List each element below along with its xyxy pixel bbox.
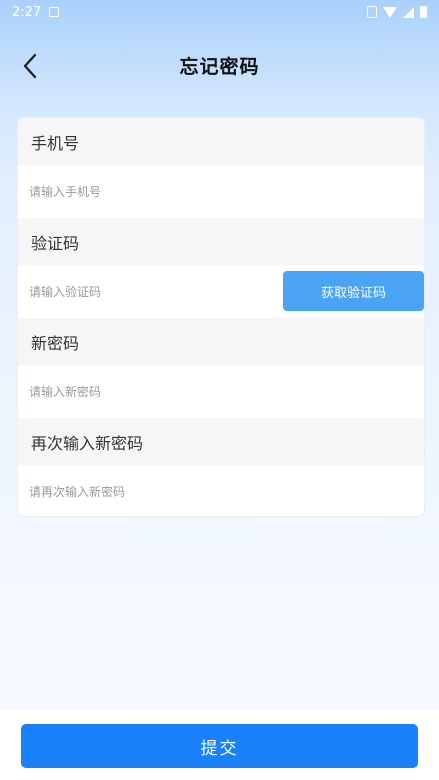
chevron-left-icon (23, 53, 37, 79)
status-bar: 2:27 (0, 0, 439, 24)
get-code-button[interactable]: 获取验证码 (283, 271, 424, 311)
phone-input[interactable] (29, 184, 269, 199)
confirm-password-input[interactable] (29, 484, 269, 499)
submit-button[interactable]: 提交 (21, 724, 418, 768)
wifi-icon (383, 6, 397, 18)
form-card: 手机号 验证码 获取验证码 新密码 再次输入新密码 (18, 118, 424, 516)
nav-bar: 忘记密码 (0, 24, 439, 106)
new-password-label: 新密码 (18, 318, 424, 365)
new-password-row (18, 365, 424, 418)
notification-icon (49, 7, 60, 17)
battery-icon (420, 6, 427, 18)
new-password-input[interactable] (29, 384, 269, 399)
code-input[interactable] (29, 284, 269, 299)
code-label: 验证码 (18, 218, 424, 265)
confirm-password-label: 再次输入新密码 (18, 418, 424, 465)
phone-label: 手机号 (18, 118, 424, 165)
code-row: 获取验证码 (18, 265, 424, 318)
signal-icon (403, 6, 414, 18)
page-title: 忘记密码 (179, 55, 260, 78)
confirm-password-row (18, 465, 424, 516)
vibrate-icon (367, 6, 377, 18)
phone-row (18, 165, 424, 218)
back-button[interactable] (14, 50, 46, 82)
status-time: 2:27 (12, 4, 42, 20)
footer: 提交 (0, 710, 439, 780)
